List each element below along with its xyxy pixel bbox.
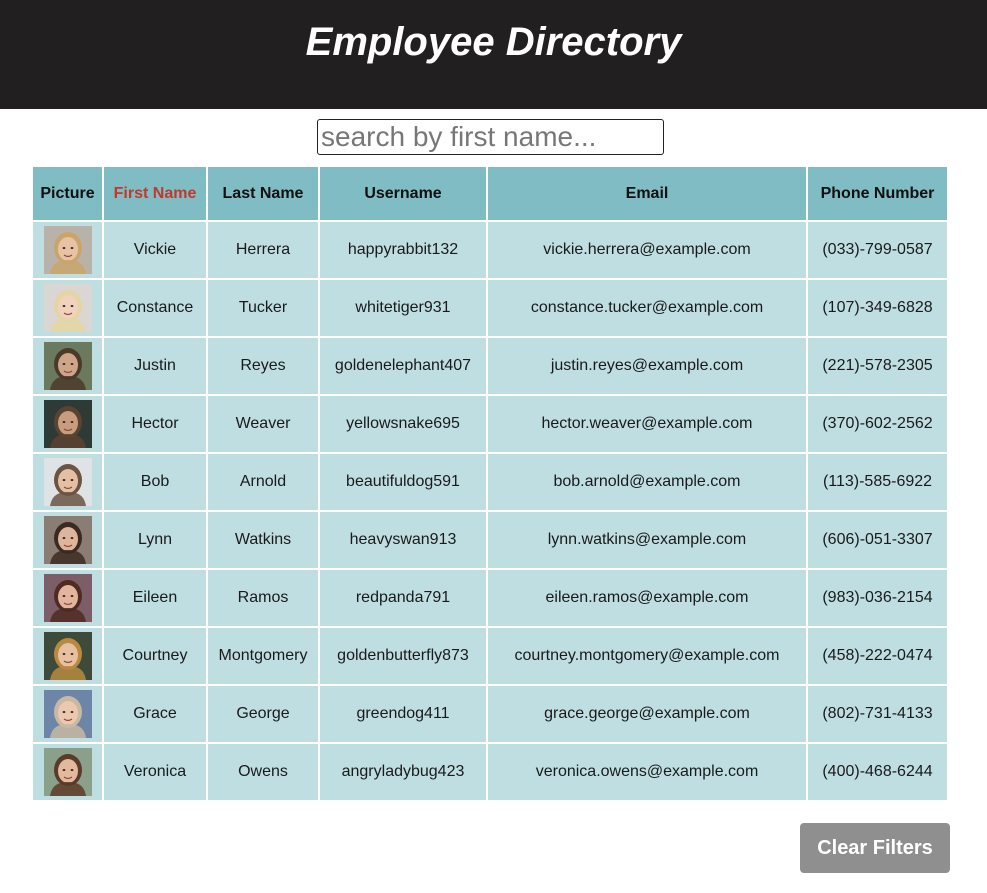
first-name-cell: Grace	[104, 686, 206, 742]
picture-cell	[33, 744, 102, 800]
phone-cell: (113)-585-6922	[808, 454, 947, 510]
last-name-cell: Ramos	[208, 570, 318, 626]
last-name-cell: Weaver	[208, 396, 318, 452]
avatar	[43, 284, 92, 332]
phone-cell: (370)-602-2562	[808, 396, 947, 452]
phone-cell: (400)-468-6244	[808, 744, 947, 800]
email-cell: hector.weaver@example.com	[488, 396, 806, 452]
page-title: Employee Directory	[305, 20, 682, 64]
username-cell: heavyswan913	[320, 512, 486, 568]
avatar	[43, 226, 92, 274]
picture-cell	[33, 686, 102, 742]
avatar	[43, 342, 92, 390]
first-name-cell: Lynn	[104, 512, 206, 568]
username-cell: beautifuldog591	[320, 454, 486, 510]
email-cell: justin.reyes@example.com	[488, 338, 806, 394]
email-cell: grace.george@example.com	[488, 686, 806, 742]
table-row: Courtney Montgomery goldenbutterfly873 cour…	[33, 628, 947, 684]
column-header-phone-number[interactable]: Phone Number	[808, 167, 947, 220]
last-name-cell: George	[208, 686, 318, 742]
avatar	[43, 516, 92, 564]
phone-cell: (458)-222-0474	[808, 628, 947, 684]
phone-cell: (107)-349-6828	[808, 280, 947, 336]
username-cell: goldenbutterfly873	[320, 628, 486, 684]
first-name-cell: Justin	[104, 338, 206, 394]
first-name-cell: Eileen	[104, 570, 206, 626]
email-cell: veronica.owens@example.com	[488, 744, 806, 800]
table-row: Justin Reyes goldenelephant407 justin.reyes…	[33, 338, 947, 394]
picture-cell	[33, 570, 102, 626]
table-row: Lynn Watkins heavyswan913 lynn.watkins@exam…	[33, 512, 947, 568]
column-header-last-name[interactable]: Last Name	[208, 167, 318, 220]
column-header-username[interactable]: Username	[320, 167, 486, 220]
email-cell: constance.tucker@example.com	[488, 280, 806, 336]
username-cell: yellowsnake695	[320, 396, 486, 452]
username-cell: redpanda791	[320, 570, 486, 626]
username-cell: angryladybug423	[320, 744, 486, 800]
column-header-first-name[interactable]: First Name	[104, 167, 206, 220]
username-cell: happyrabbit132	[320, 222, 486, 278]
employee-table: Picture First Name Last Name Username Em…	[31, 165, 949, 802]
picture-cell	[33, 280, 102, 336]
search-container	[317, 119, 664, 155]
username-cell: whitetiger931	[320, 280, 486, 336]
first-name-cell: Vickie	[104, 222, 206, 278]
picture-cell	[33, 338, 102, 394]
last-name-cell: Reyes	[208, 338, 318, 394]
email-cell: bob.arnold@example.com	[488, 454, 806, 510]
column-header-picture[interactable]: Picture	[33, 167, 102, 220]
phone-cell: (033)-799-0587	[808, 222, 947, 278]
last-name-cell: Montgomery	[208, 628, 318, 684]
username-cell: goldenelephant407	[320, 338, 486, 394]
table-row: Hector Weaver yellowsnake695 hector.weaver@…	[33, 396, 947, 452]
table-row: Veronica Owens angryladybug423 veronica.owe…	[33, 744, 947, 800]
first-name-cell: Courtney	[104, 628, 206, 684]
picture-cell	[33, 628, 102, 684]
email-cell: vickie.herrera@example.com	[488, 222, 806, 278]
last-name-cell: Owens	[208, 744, 318, 800]
table-row: Bob Arnold beautifuldog591 bob.arnold@examp…	[33, 454, 947, 510]
picture-cell	[33, 512, 102, 568]
first-name-cell: Veronica	[104, 744, 206, 800]
column-header-email[interactable]: Email	[488, 167, 806, 220]
first-name-cell: Constance	[104, 280, 206, 336]
avatar	[43, 632, 92, 680]
picture-cell	[33, 396, 102, 452]
phone-cell: (221)-578-2305	[808, 338, 947, 394]
search-input[interactable]	[317, 119, 664, 155]
table-row: Vickie Herrera happyrabbit132 vickie.herrer…	[33, 222, 947, 278]
last-name-cell: Arnold	[208, 454, 318, 510]
table-row: Eileen Ramos redpanda791 eileen.ramos@examp…	[33, 570, 947, 626]
picture-cell	[33, 222, 102, 278]
clear-filters-button[interactable]: Clear Filters	[800, 823, 950, 873]
email-cell: eileen.ramos@example.com	[488, 570, 806, 626]
last-name-cell: Watkins	[208, 512, 318, 568]
table-row: Constance Tucker whitetiger931 constance.tu…	[33, 280, 947, 336]
first-name-cell: Bob	[104, 454, 206, 510]
avatar	[43, 458, 92, 506]
table-row: Grace George greendog411 grace.george@examp…	[33, 686, 947, 742]
avatar	[43, 400, 92, 448]
phone-cell: (983)-036-2154	[808, 570, 947, 626]
picture-cell	[33, 454, 102, 510]
avatar	[43, 748, 92, 796]
phone-cell: (606)-051-3307	[808, 512, 947, 568]
page-header: Employee Directory	[0, 0, 987, 109]
email-cell: lynn.watkins@example.com	[488, 512, 806, 568]
username-cell: greendog411	[320, 686, 486, 742]
last-name-cell: Tucker	[208, 280, 318, 336]
table-header-row: Picture First Name Last Name Username Em…	[33, 167, 947, 220]
email-cell: courtney.montgomery@example.com	[488, 628, 806, 684]
last-name-cell: Herrera	[208, 222, 318, 278]
avatar	[43, 690, 92, 738]
avatar	[43, 574, 92, 622]
first-name-cell: Hector	[104, 396, 206, 452]
phone-cell: (802)-731-4133	[808, 686, 947, 742]
